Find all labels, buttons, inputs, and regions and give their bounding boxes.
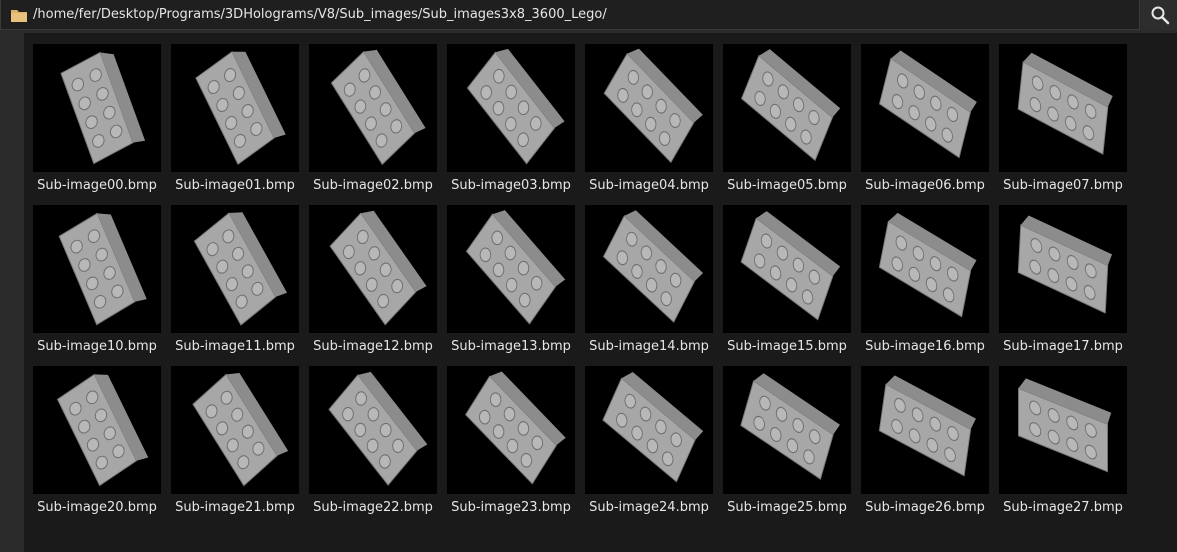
thumbnail-image [585,366,713,494]
thumbnail-image [723,205,851,333]
thumbnail-image [861,366,989,494]
thumbnail-image [585,205,713,333]
thumbnail-image [585,44,713,172]
thumbnail-image [309,205,437,333]
path-text[interactable]: /home/fer/Desktop/Programs/3DHolograms/V… [33,7,607,22]
thumbnail-image [171,366,299,494]
thumbnail-image [33,205,161,333]
thumbnail-image [33,44,161,172]
file-name-label: Sub-image12.bmp [313,339,433,354]
file-name-label: Sub-image16.bmp [865,339,985,354]
thumbnail-image [171,205,299,333]
file-name-label: Sub-image24.bmp [589,500,709,515]
thumbnail-image [723,44,851,172]
thumbnail-image [33,366,161,494]
file-name-label: Sub-image17.bmp [1003,339,1123,354]
thumbnail-image [861,205,989,333]
file-name-label: Sub-image06.bmp [865,178,985,193]
file-name-label: Sub-image10.bmp [37,339,157,354]
thumbnail-image [999,366,1127,494]
file-name-label: Sub-image14.bmp [589,339,709,354]
file-name-label: Sub-image22.bmp [313,500,433,515]
path-bar[interactable]: /home/fer/Desktop/Programs/3DHolograms/V… [0,0,1140,30]
thumbnail-image [723,366,851,494]
file-name-label: Sub-image13.bmp [451,339,571,354]
file-grid[interactable]: Sub-image00.bmp Sub-image01.bmp Sub-imag… [24,33,1177,552]
file-name-label: Sub-image26.bmp [865,500,985,515]
thumbnail-image [171,44,299,172]
file-name-label: Sub-image00.bmp [37,178,157,193]
thumbnail-image [447,205,575,333]
thumbnail-image [861,44,989,172]
search-button[interactable] [1141,0,1177,30]
file-name-label: Sub-image15.bmp [727,339,847,354]
folder-icon [11,7,27,22]
file-name-label: Sub-image04.bmp [589,178,709,193]
thumbnail-image [999,205,1127,333]
file-name-label: Sub-image03.bmp [451,178,571,193]
file-name-label: Sub-image25.bmp [727,500,847,515]
file-name-label: Sub-image05.bmp [727,178,847,193]
thumbnail-image [447,44,575,172]
file-name-label: Sub-image01.bmp [175,178,295,193]
thumbnail-image [447,366,575,494]
file-name-label: Sub-image11.bmp [175,339,295,354]
file-name-label: Sub-image21.bmp [175,500,295,515]
file-name-label: Sub-image23.bmp [451,500,571,515]
thumbnail-image [309,366,437,494]
thumbnail-image [999,44,1127,172]
file-name-label: Sub-image27.bmp [1003,500,1123,515]
file-name-label: Sub-image02.bmp [313,178,433,193]
sidebar-gutter [0,33,24,552]
thumbnail-image [309,44,437,172]
file-name-label: Sub-image20.bmp [37,500,157,515]
file-name-label: Sub-image07.bmp [1003,178,1123,193]
